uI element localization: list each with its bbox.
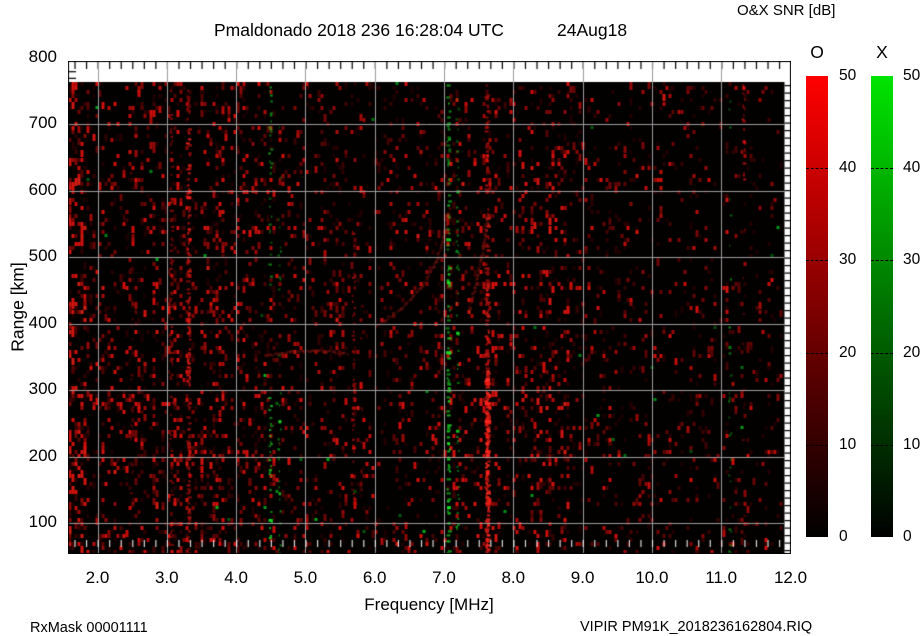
y-tick-label: 500	[28, 246, 57, 266]
x-tick-label: 4.0	[224, 568, 248, 587]
colorbar-tick-label: 50	[839, 67, 857, 84]
colorbar-x	[871, 76, 893, 537]
y-tick-label: 600	[28, 179, 57, 199]
y-tick-label: 200	[28, 445, 57, 465]
x-tick-label: 8.0	[501, 568, 526, 587]
file-name-label: VIPIR PM91K_2018236162804.RIQ	[580, 619, 813, 635]
colorbar-tick-label: 40	[903, 159, 921, 177]
colorbar-header-x: X	[876, 42, 888, 62]
x-tick-label: 12.0	[773, 568, 808, 587]
rx-mask-label: RxMask 00001111	[30, 620, 148, 636]
x-tick-label: 3.0	[154, 568, 179, 587]
colorbar-tick-dash	[871, 168, 893, 170]
y-tick-label: 100	[28, 512, 57, 532]
colorbar-tick-label: 50	[903, 67, 921, 84]
ionogram-app: O&X SNR [dB] Pmaldonado 2018 236 16:28:0…	[0, 0, 922, 636]
colorbar-tick-label: 30	[903, 251, 921, 269]
x-axis-title: Frequency [MHz]	[364, 595, 494, 614]
colorbar-tick-dash	[806, 168, 828, 170]
x-tick-label: 11.0	[705, 568, 738, 587]
y-axis-title: Range [km]	[7, 262, 28, 352]
colorbar-tick-label: 0	[839, 528, 848, 545]
colorbar-header-o: O	[810, 42, 824, 62]
colorbar-tick-dash	[806, 260, 828, 262]
colorbar-tick-label: 30	[839, 251, 857, 269]
x-tick-label: 10.0	[635, 568, 669, 587]
colorbar-tick-dash	[806, 352, 828, 354]
x-tick-label: 2.0	[85, 568, 110, 587]
x-tick-label: 5.0	[293, 568, 318, 587]
colorbar-tick-label: 20	[903, 343, 921, 361]
plot-date: 24Aug18	[557, 20, 628, 40]
colorbar-tick-label: 10	[903, 435, 921, 453]
y-tick-label: 800	[28, 46, 57, 66]
colorbar-tick-label: 40	[839, 159, 857, 177]
y-tick-label: 400	[28, 312, 57, 332]
colorbar-tick-label: 10	[839, 435, 857, 453]
colorbar-tick-dash	[806, 444, 828, 446]
colorbar-o	[806, 76, 828, 537]
colorbar-tick-dash	[871, 444, 893, 446]
x-tick-label: 9.0	[570, 568, 595, 587]
plot-title: Pmaldonado 2018 236 16:28:04 UTC	[214, 20, 504, 40]
colorbar-tick-dash	[871, 352, 893, 354]
colorbar-tick-label: 0	[903, 528, 912, 545]
colorbar-tick-dash	[871, 260, 893, 262]
x-tick-label: 7.0	[432, 568, 456, 587]
colorbar-title: O&X SNR [dB]	[737, 2, 836, 19]
y-tick-label: 700	[28, 113, 57, 133]
y-tick-label: 300	[28, 379, 57, 399]
ionogram-plot-canvas	[68, 61, 791, 554]
x-tick-label: 6.0	[362, 568, 387, 587]
colorbar-tick-label: 20	[839, 343, 857, 361]
